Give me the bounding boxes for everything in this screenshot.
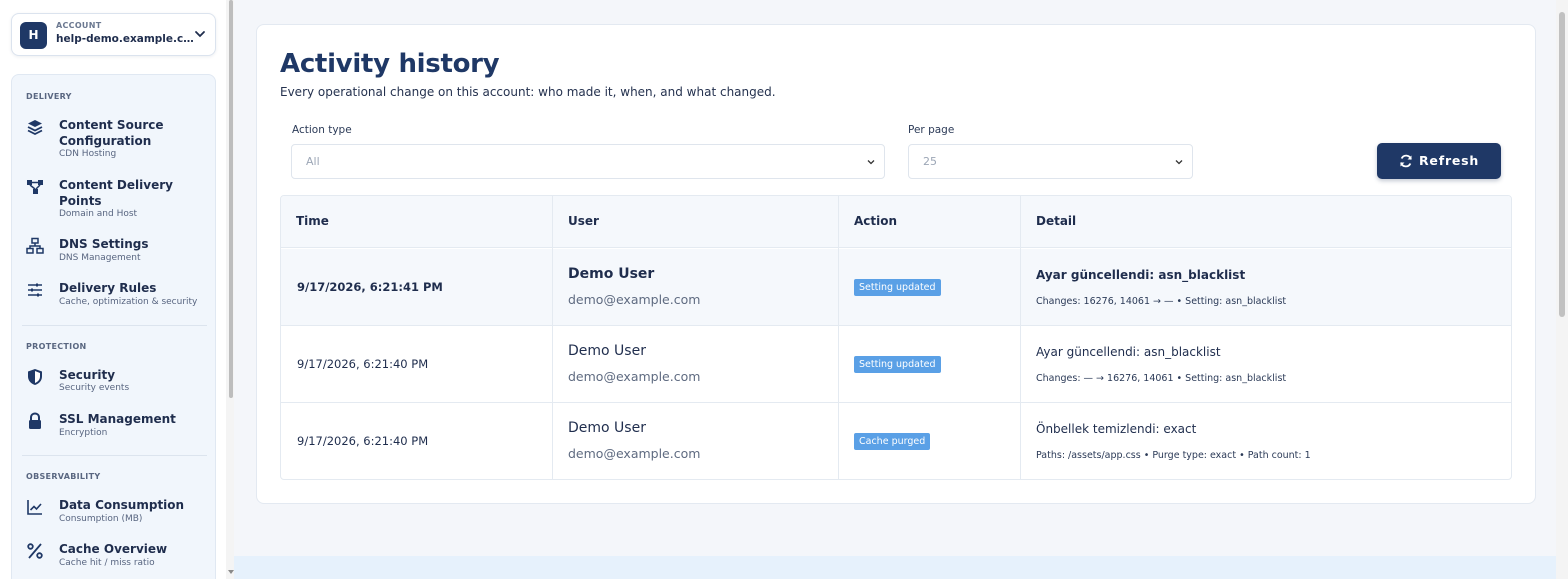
- column-divider: [838, 196, 839, 479]
- column-header-time: Time: [296, 214, 329, 228]
- row-user-name: Demo User: [568, 343, 646, 359]
- sidebar-item-sub: CDN Hosting: [59, 149, 117, 159]
- sidebar-scroll-thumb[interactable]: [229, 0, 233, 398]
- per-page-select[interactable]: 25: [908, 144, 1193, 179]
- footer-band: [234, 556, 1556, 579]
- sidebar-item-sub: Security events: [59, 383, 130, 393]
- chevron-down-icon: [867, 160, 875, 165]
- table-row[interactable]: 9/17/2026, 6:21:41 PM Demo User demo@exa…: [281, 249, 1511, 326]
- page-title: Activity history: [280, 49, 500, 79]
- sidebar-item-label: Cache Overview: [59, 542, 168, 556]
- row-changes: Changes: 16276, 14061 → — • Setting: asn…: [1036, 296, 1287, 307]
- column-header-action: Action: [854, 214, 898, 228]
- chevron-down-icon: [195, 31, 205, 38]
- refresh-button[interactable]: Refresh: [1377, 143, 1501, 179]
- row-user-name: Demo User: [568, 266, 655, 282]
- row-time: 9/17/2026, 6:21:40 PM: [297, 357, 429, 371]
- page-scroll-thumb[interactable]: [1559, 12, 1565, 317]
- action-badge: Setting updated: [854, 356, 941, 373]
- sitemap-icon: [26, 237, 44, 254]
- sidebar-item-delivery-rules[interactable]: Delivery Rules Cache, optimization & sec…: [26, 281, 211, 311]
- chevron-down-icon: [1175, 160, 1183, 165]
- activity-history-card: Activity history Every operational chang…: [256, 24, 1536, 504]
- page-subtitle: Every operational change on this account…: [280, 85, 776, 99]
- account-avatar: H: [20, 22, 47, 49]
- action-badge: Cache purged: [854, 433, 931, 450]
- row-detail: Ayar güncellendi: asn_blacklist: [1036, 268, 1246, 282]
- row-changes: Paths: /assets/app.css • Purge type: exa…: [1036, 450, 1311, 461]
- sidebar-item-label: Security: [59, 368, 116, 382]
- action-type-label: Action type: [292, 124, 352, 136]
- sidebar-item-ssl-management[interactable]: SSL Management Encryption: [26, 412, 211, 442]
- table-row[interactable]: 9/17/2026, 6:21:40 PM Demo User demo@exa…: [281, 326, 1511, 403]
- account-name: help-demo.example.c...: [56, 33, 194, 45]
- per-page-value: 25: [923, 155, 937, 168]
- refresh-label: Refresh: [1419, 153, 1480, 168]
- account-label: ACCOUNT: [56, 21, 102, 30]
- sidebar-item-dns-settings[interactable]: DNS Settings DNS Management: [26, 237, 211, 267]
- row-user-name: Demo User: [568, 420, 646, 436]
- sidebar-item-sub: DNS Management: [59, 253, 141, 263]
- network-nodes-icon: [27, 180, 43, 194]
- sidebar-item-data-consumption[interactable]: Data Consumption Consumption (MB): [26, 498, 211, 528]
- section-title-protection: PROTECTION: [26, 342, 87, 351]
- column-header-detail: Detail: [1036, 214, 1077, 228]
- activity-table: Time User Action Detail 9/17/2026, 6:21:…: [280, 195, 1512, 480]
- table-row[interactable]: 9/17/2026, 6:21:40 PM Demo User demo@exa…: [281, 403, 1511, 479]
- sidebar-item-cache-overview[interactable]: Cache Overview Cache hit / miss ratio: [26, 542, 211, 572]
- row-user-email: demo@example.com: [568, 369, 701, 384]
- sidebar-item-sub: Domain and Host: [59, 209, 138, 219]
- refresh-icon: [1400, 154, 1412, 168]
- row-detail: Ayar güncellendi: asn_blacklist: [1036, 345, 1221, 359]
- sliders-icon: [28, 283, 42, 297]
- layers-icon: [27, 120, 43, 136]
- column-divider: [552, 196, 553, 479]
- action-badge: Setting updated: [854, 279, 941, 296]
- sidebar-item-label: Content Delivery Points: [59, 178, 173, 208]
- sidebar-item-content-source[interactable]: Content Source Configuration CDN Hosting: [26, 118, 211, 162]
- row-changes: Changes: — → 16276, 14061 • Setting: asn…: [1036, 373, 1287, 384]
- action-type-value: All: [306, 155, 320, 168]
- row-user-email: demo@example.com: [568, 446, 701, 461]
- nav-divider: [22, 325, 207, 326]
- nav-divider: [22, 455, 207, 456]
- row-user-email: demo@example.com: [568, 292, 701, 307]
- sidebar-item-security[interactable]: Security Security events: [26, 368, 211, 398]
- row-time: 9/17/2026, 6:21:41 PM: [297, 280, 443, 294]
- sidebar-item-label: SSL Management: [59, 412, 176, 426]
- lock-icon: [29, 412, 41, 429]
- column-divider: [1020, 196, 1021, 479]
- sidebar-item-sub: Consumption (MB): [59, 514, 143, 524]
- column-header-user: User: [568, 214, 599, 228]
- table-header: Time User Action Detail: [281, 196, 1511, 248]
- sidebar-item-sub: Encryption: [59, 428, 108, 438]
- sidebar: H ACCOUNT help-demo.example.c... DELIVER…: [0, 0, 234, 579]
- sidebar-item-label: Content Source Configuration: [59, 118, 164, 148]
- action-type-select[interactable]: All: [291, 144, 885, 179]
- nav-panel: DELIVERY Content Source Configuration CD…: [11, 74, 216, 579]
- sidebar-item-label: Data Consumption: [59, 498, 185, 512]
- sidebar-item-sub: Cache hit / miss ratio: [59, 558, 155, 568]
- percent-icon: [27, 543, 43, 559]
- sidebar-item-sub: Cache, optimization & security: [59, 297, 198, 307]
- shield-icon: [28, 369, 42, 385]
- section-title-delivery: DELIVERY: [26, 92, 72, 101]
- row-detail: Önbellek temizlendi: exact: [1036, 422, 1197, 436]
- per-page-label: Per page: [908, 124, 955, 136]
- sidebar-item-label: Delivery Rules: [59, 281, 157, 295]
- page-scrollbar[interactable]: [1556, 0, 1568, 579]
- sidebar-item-delivery-points[interactable]: Content Delivery Points Domain and Host: [26, 178, 211, 222]
- section-title-observability: OBSERVABILITY: [26, 472, 101, 481]
- line-chart-icon: [27, 500, 42, 515]
- sidebar-item-label: DNS Settings: [59, 237, 149, 251]
- row-time: 9/17/2026, 6:21:40 PM: [297, 434, 429, 448]
- account-switcher[interactable]: H ACCOUNT help-demo.example.c...: [11, 13, 216, 56]
